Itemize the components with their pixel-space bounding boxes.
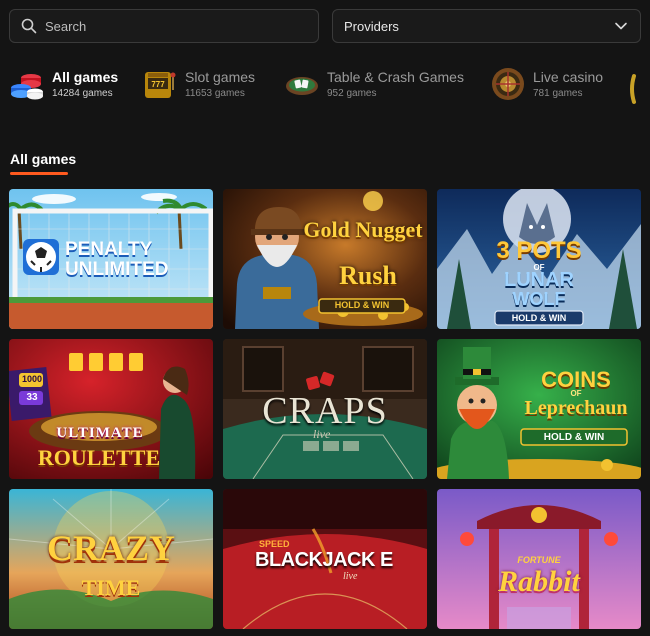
game-title-line1: CRAZY [46,528,175,568]
search-icon [21,18,37,34]
game-tile-ultimate-roulette[interactable]: 1000 33 ULTIMATE ROULETTE [9,339,213,479]
category-count: 11653 games [185,87,245,99]
game-tile-gold-nugget-rush[interactable]: Gold Nugget Rush HOLD & WIN [223,189,427,329]
game-title-line1: PENALTY [65,239,153,260]
game-badge: HOLD & WIN [543,432,605,443]
game-title-line2: UNLIMITED [65,259,169,280]
category-name: Table & Crash Games [327,68,464,85]
search-input[interactable] [45,18,285,34]
category-slot-games[interactable]: 777 Slot games 11653 games [142,66,255,102]
game-title-line1: FORTUNE [517,555,561,565]
game-title-line2: ROULETTE [37,445,161,470]
game-tile-penalty-unlimited[interactable]: PENALTY UNLIMITED [9,189,213,329]
chevron-down-icon [615,22,627,30]
game-title-line3: WOLF [512,289,566,309]
game-title-line2: live [313,427,331,441]
category-count: 952 games [327,87,377,99]
game-title-line2: Leprechaun [524,397,628,419]
roulette-wheel-icon [492,68,524,100]
category-bar: All games 14284 games 777 Slot games 116… [0,66,650,112]
casino-chips-icon [11,74,43,100]
poker-table-icon [286,77,318,95]
game-tile-crazy-time[interactable]: CRAZY TIME [9,489,213,629]
game-title-line1: SPEED [259,539,290,549]
category-count: 14284 games [52,87,113,99]
category-name: Live casino [533,68,604,85]
game-title-line2: BLACKJACK E [255,549,393,571]
game-tile-craps-live[interactable]: CRAPS live [223,339,427,479]
providers-label: Providers [344,18,399,34]
category-name: Slot games [185,68,256,85]
game-title-line1: ULTIMATE [56,425,144,441]
roulette-counter-top: 1000 [21,374,43,384]
game-title-line3: live [343,571,358,582]
game-title-line2: TIME [81,575,141,600]
partial-category-icon [630,74,636,104]
slot-machine-icon: 777 [145,72,176,98]
game-title-line2: Rabbit [498,565,580,598]
category-table-crash-games[interactable]: Table & Crash Games 952 games [284,66,464,102]
game-title-line1: Gold Nugget [303,217,423,242]
providers-dropdown[interactable]: Providers [332,9,641,43]
section-underline [10,172,68,175]
category-name: All games [52,68,119,85]
search-box[interactable] [9,9,319,43]
game-tile-coins-of-leprechaun[interactable]: COINS OF Leprechaun HOLD & WIN [437,339,641,479]
category-all-games[interactable]: All games 14284 games [9,66,118,102]
game-tile-3-pots-lunar-wolf[interactable]: 3 POTS OF LUNAR WOLF HOLD & WIN [437,189,641,329]
game-tile-speed-blackjack-e[interactable]: SPEED BLACKJACK E live [223,489,427,629]
section-title: All games [10,151,77,167]
top-bar: Providers [9,9,641,45]
game-title-line1: 3 POTS [496,237,582,264]
svg-text:777: 777 [151,80,165,89]
game-title-line2: Rush [339,261,397,290]
roulette-counter-bottom: 33 [26,392,38,403]
game-badge: HOLD & WIN [334,300,390,310]
game-badge: HOLD & WIN [511,313,567,323]
category-count: 781 games [533,87,583,99]
category-live-casino[interactable]: Live casino 781 games [490,66,603,102]
game-tile-fortune-rabbit[interactable]: FORTUNE Rabbit [437,489,641,629]
